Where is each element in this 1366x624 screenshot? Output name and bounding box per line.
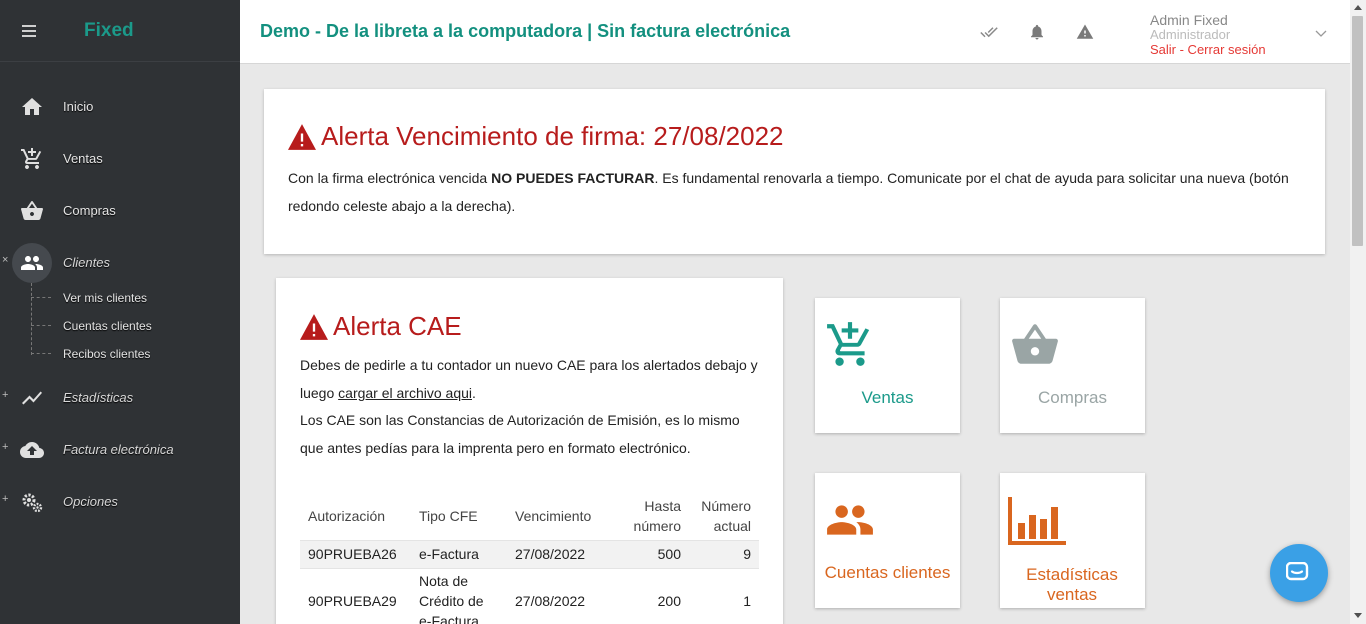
bell-icon[interactable] <box>1028 23 1046 41</box>
chart-line-icon <box>22 391 42 405</box>
table-cell: 90PRUEBA29 <box>300 567 411 624</box>
page-title: Demo - De la libreta a la computadora | … <box>260 21 791 41</box>
alert-cae-title-text: Alerta CAE <box>333 311 462 341</box>
basket-icon <box>21 201 43 220</box>
people-icon <box>21 256 43 270</box>
table-cell: 500 <box>615 539 689 568</box>
sidebar-item-label: Compras <box>63 203 116 218</box>
column-header: Autorización <box>308 508 386 525</box>
sidebar-item-label: Clientes <box>63 255 110 270</box>
scrollbar-thumb[interactable] <box>1352 16 1363 246</box>
alert-cae-text: Debes de pedirle a tu contador un nuevo … <box>300 352 760 462</box>
home-icon <box>22 98 42 115</box>
sidebar-item-clientes[interactable]: × Clientes <box>0 243 240 283</box>
gears-icon <box>22 493 43 513</box>
basket-icon <box>1012 324 1058 364</box>
submenu-item-recibos-clientes[interactable]: Recibos clientes <box>31 344 231 364</box>
help-chat-button[interactable] <box>1270 544 1328 602</box>
alert-text-bold: NO PUEDES FACTURAR <box>491 170 655 186</box>
sidebar-header: Fixed <box>0 0 240 62</box>
logout-link[interactable]: Salir - Cerrar sesión <box>1150 42 1266 57</box>
user-name[interactable]: Admin Fixed <box>1150 12 1228 28</box>
alert-text-part: Con la firma electrónica vencida <box>288 170 492 186</box>
table-cell: 90PRUEBA26 <box>300 539 411 568</box>
table-row: 90PRUEBA29 Nota de Crédito de e-Factura … <box>300 567 759 624</box>
cart-add-icon <box>827 322 870 366</box>
warning-icon <box>300 313 328 340</box>
table-cell: 27/08/2022 <box>507 567 615 624</box>
warning-icon <box>288 123 316 150</box>
tile-label: Compras <box>1038 388 1107 407</box>
user-role: Administrador <box>1150 27 1231 42</box>
tile-cuentas-clientes[interactable]: Cuentas clientes <box>815 473 960 608</box>
sidebar-item-label: Opciones <box>63 494 118 509</box>
people-icon <box>827 505 873 535</box>
column-header: Número actual <box>701 498 751 535</box>
tile-estadisticas-ventas[interactable]: Estadísticas ventas <box>1000 473 1145 608</box>
alert-firma-text: Con la firma electrónica vencida NO PUED… <box>288 164 1303 220</box>
cae-table: Autorización Tipo CFE Vencimiento Hasta … <box>300 493 759 624</box>
double-check-icon[interactable] <box>980 23 998 41</box>
alert-cae-title: Alerta CAE <box>300 311 462 342</box>
submenu-item-label: Cuentas clientes <box>63 319 152 333</box>
sidebar-item-label: Estadísticas <box>63 390 134 405</box>
sidebar-item-label: Ventas <box>63 151 103 166</box>
cae-text-part: . <box>472 384 476 401</box>
chat-icon <box>1286 562 1309 581</box>
sidebar-item-factura-electronica[interactable]: + Factura electrónica <box>0 430 240 470</box>
expand-icon[interactable]: + <box>2 441 8 453</box>
submenu-dash <box>31 353 51 354</box>
table-cell: 27/08/2022 <box>507 539 615 568</box>
submenu-dash <box>31 297 51 298</box>
alert-cae-card: Alerta CAE Debes de pedirle a tu contado… <box>276 278 783 624</box>
submenu-dash <box>31 325 51 326</box>
table-cell: 200 <box>615 567 689 624</box>
warning-icon[interactable] <box>1076 23 1094 41</box>
table-cell: 9 <box>689 539 759 568</box>
top-header: Demo - De la libreta a la computadora | … <box>240 0 1350 64</box>
collapse-icon[interactable]: × <box>2 254 8 266</box>
sidebar-item-ventas[interactable]: Ventas <box>0 139 240 179</box>
column-header: Tipo CFE <box>419 508 478 525</box>
expand-icon[interactable]: + <box>2 389 8 401</box>
sidebar: Fixed Inicio Ventas Compras × Clientes V… <box>0 0 240 624</box>
sidebar-item-estadisticas[interactable]: + Estadísticas <box>0 378 240 418</box>
column-header: Hasta número <box>633 498 681 535</box>
bar-chart-icon <box>1008 497 1066 545</box>
brand-logo[interactable]: Fixed <box>84 20 134 42</box>
column-header: Vencimiento <box>515 508 592 525</box>
sidebar-item-opciones[interactable]: + Opciones <box>0 482 240 522</box>
submenu-item-label: Ver mis clientes <box>63 291 148 305</box>
chevron-down-icon[interactable] <box>1315 28 1327 38</box>
sidebar-item-compras[interactable]: Compras <box>0 191 240 231</box>
alert-firma-title-text: Alerta Vencimiento de firma: 27/08/2022 <box>321 121 784 151</box>
cae-text-part: Los CAE son las Constancias de Autorizac… <box>300 412 740 456</box>
submenu-item-ver-mis-clientes[interactable]: Ver mis clientes <box>31 288 231 308</box>
table-cell: 1 <box>689 567 759 624</box>
scroll-up-arrow[interactable] <box>1354 5 1362 10</box>
tile-compras[interactable]: Compras <box>1000 298 1145 433</box>
submenu-item-label: Recibos clientes <box>63 347 151 361</box>
table-cell: Nota de Crédito de e-Factura <box>411 567 507 624</box>
sidebar-item-label: Inicio <box>63 99 94 114</box>
upload-file-link[interactable]: cargar el archivo aqui <box>338 385 472 401</box>
table-header-row: Autorización Tipo CFE Vencimiento Hasta … <box>300 493 759 540</box>
menu-icon[interactable] <box>22 25 36 37</box>
sidebar-item-label: Factura electrónica <box>63 442 174 457</box>
submenu-item-cuentas-clientes[interactable]: Cuentas clientes <box>31 316 231 336</box>
alert-firma-title: Alerta Vencimiento de firma: 27/08/2022 <box>288 121 784 152</box>
table-cell: e-Factura <box>411 539 507 568</box>
expand-icon[interactable]: + <box>2 493 8 505</box>
cloud-upload-icon <box>20 442 44 458</box>
tile-label: Cuentas clientes <box>824 563 951 582</box>
tile-ventas[interactable]: Ventas <box>815 298 960 433</box>
sidebar-item-inicio[interactable]: Inicio <box>0 87 240 127</box>
tile-label: Estadísticas ventas <box>1026 565 1118 604</box>
cart-add-icon <box>21 148 42 169</box>
tile-label: Ventas <box>861 388 914 407</box>
page-scrollbar[interactable] <box>1350 0 1366 624</box>
scroll-down-arrow[interactable] <box>1354 613 1362 618</box>
table-row: 90PRUEBA26 e-Factura 27/08/2022 500 9 <box>300 539 759 568</box>
alert-firma-card: Alerta Vencimiento de firma: 27/08/2022 … <box>264 89 1325 254</box>
